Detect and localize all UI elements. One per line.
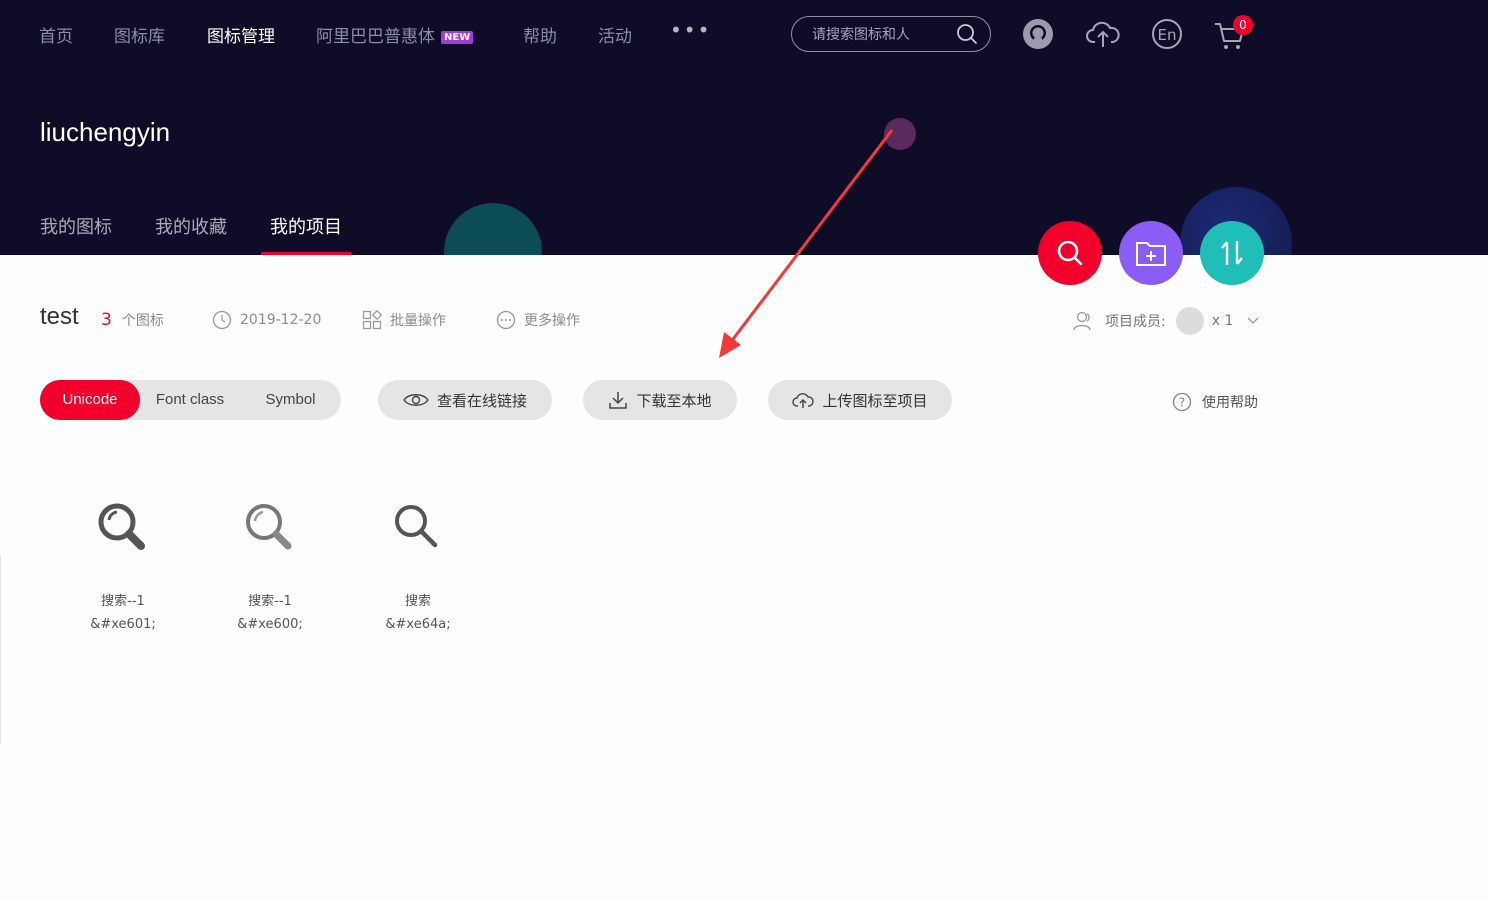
tab-my-projects[interactable]: 我的项目 [270,213,342,239]
usage-help-label: 使用帮助 [1202,395,1258,411]
nav-alibaba-font[interactable]: 阿里巴巴普惠体 NEW [316,22,474,47]
font-mode-switch: Unicode Font class Symbol [40,380,341,420]
help-icon: ? [1172,392,1192,412]
new-badge: NEW [441,31,474,44]
profile-username: liuchengyin [40,117,171,147]
nav-icon-library[interactable]: 图标库 [114,22,165,47]
more-dots-icon [496,310,516,330]
chevron-down-icon [1247,317,1259,324]
icon-code: &#xe64a; [385,617,451,632]
project-date-text: 2019-12-20 [240,312,322,328]
grid-icon [362,310,382,330]
eye-icon [403,394,429,406]
more-operations-button[interactable]: 更多操作 [496,310,580,330]
hero-header: 首页 图标库 图标管理 阿里巴巴普惠体 NEW 帮助 活动 ••• En 0 li… [0,0,1488,255]
upload-icon-button[interactable]: 上传图标至项目 [768,380,952,420]
view-online-link-label: 查看在线链接 [436,391,527,410]
icon-card[interactable]: 搜索--1 &#xe600; [210,500,330,632]
icon-name: 搜索--1 [248,594,292,609]
project-members[interactable]: 项目成员: x 1 [1073,307,1259,335]
icon-name: 搜索--1 [101,594,145,609]
usage-help-link[interactable]: ? 使用帮助 [1172,392,1258,412]
project-date: 2019-12-20 [212,310,321,330]
decor-circle-teal [444,203,542,255]
members-label: 项目成员: [1105,314,1166,330]
download-local-label: 下载至本地 [636,391,712,410]
icon-card[interactable]: 搜索--1 &#xe601; [63,500,183,632]
upload-cloud-small-icon [792,393,815,408]
mode-symbol-tab[interactable]: Symbol [240,380,341,420]
tab-my-favorites[interactable]: 我的收藏 [155,213,227,239]
upload-icon-label: 上传图标至项目 [822,391,928,410]
more-nav-button[interactable]: ••• [670,18,711,42]
icon-card[interactable]: 搜索 &#xe64a; [358,500,478,632]
batch-operation-label: 批量操作 [390,313,446,329]
members-count: x 1 [1211,313,1234,329]
nav-activity[interactable]: 活动 [598,22,632,47]
mode-font-class-tab[interactable]: Font class [140,380,240,420]
members-icon [1073,311,1091,331]
icon-count-label: 个图标 [121,313,164,329]
search-outline-icon [358,500,478,560]
nav-home[interactable]: 首页 [39,22,73,47]
download-icon [609,392,628,409]
view-online-link-button[interactable]: 查看在线链接 [378,380,552,420]
mode-unicode-tab[interactable]: Unicode [40,380,140,420]
cart-count-badge: 0 [1233,15,1253,35]
search-box [791,16,991,52]
left-divider [0,555,1,745]
download-local-button[interactable]: 下载至本地 [583,380,737,420]
nav-alibaba-font-label: 阿里巴巴普惠体 [316,27,435,47]
member-avatar [1175,307,1204,335]
icon-name: 搜索 [404,594,431,609]
project-name: test [40,303,79,330]
github-icon[interactable] [1022,18,1054,54]
tab-my-icons[interactable]: 我的图标 [40,213,112,239]
upload-cloud-icon[interactable] [1086,18,1120,54]
icon-count: 3 个图标 [101,310,164,330]
nav-icon-management[interactable]: 图标管理 [207,22,275,47]
icon-count-number: 3 [101,310,112,330]
clock-icon [212,310,232,330]
search-filled-icon [63,500,183,560]
svg-text:?: ? [1179,396,1185,410]
nav-help[interactable]: 帮助 [523,22,557,47]
language-label: En [1158,26,1177,44]
batch-operation-button[interactable]: 批量操作 [362,310,446,330]
icon-code: &#xe600; [237,617,303,632]
search-light-icon [210,500,330,560]
project-content: test 3 个图标 2019-12-20 批量操作 更多操作 项目成员: x … [0,255,1488,900]
decor-circle-purple [884,118,916,150]
search-icon[interactable] [956,23,978,49]
top-navigation: 首页 图标库 图标管理 阿里巴巴普惠体 NEW 帮助 活动 ••• En 0 [0,0,1488,70]
search-input[interactable] [812,25,952,45]
icon-code: &#xe601; [90,617,156,632]
language-icon[interactable]: En [1151,18,1183,54]
more-operations-label: 更多操作 [524,313,580,329]
